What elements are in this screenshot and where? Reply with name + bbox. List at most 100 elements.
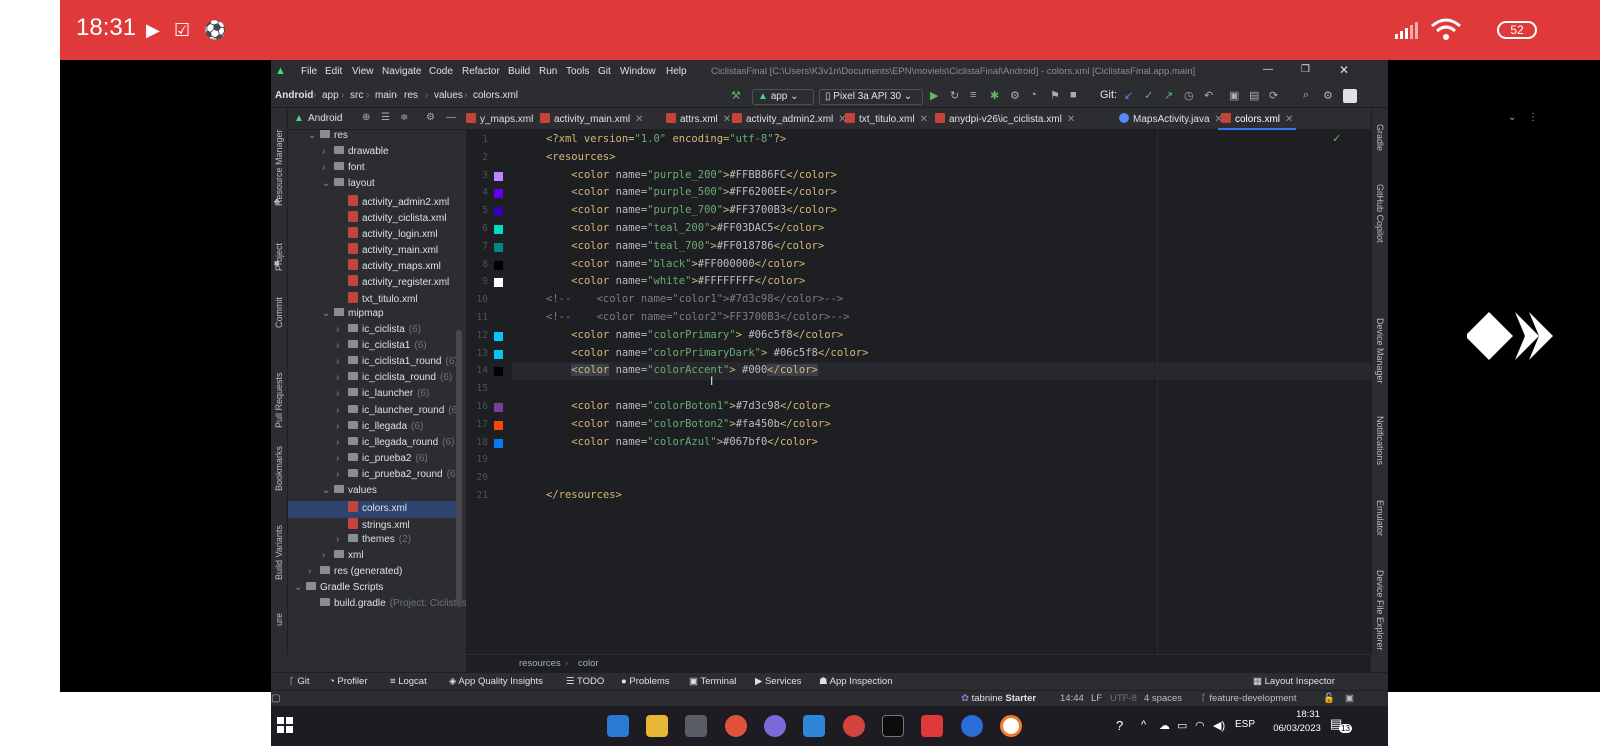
breadcrumb-color[interactable]: color bbox=[578, 658, 599, 669]
tab-attrs-xml[interactable]: attrs.xml ✕ bbox=[666, 113, 731, 125]
input-language[interactable]: ESP bbox=[1235, 719, 1255, 730]
avatar[interactable] bbox=[1343, 89, 1357, 103]
code-line[interactable]: <color name="colorBoton1">#7d3c98</color… bbox=[546, 400, 830, 412]
tool-services[interactable]: ▶ Services bbox=[755, 676, 801, 687]
profile-icon[interactable]: ◔ bbox=[1030, 89, 1037, 101]
tree-expand-icon[interactable]: ⌄ bbox=[322, 178, 334, 189]
code-line[interactable]: <color name="teal_200">#FF03DAC5</color> bbox=[546, 222, 824, 234]
code-line[interactable]: <!-- <color name="color2">FF3700B3</colo… bbox=[546, 311, 849, 323]
tool-notifications[interactable]: Notifications bbox=[1375, 416, 1385, 491]
tab-close-icon[interactable]: ✕ bbox=[1067, 114, 1075, 125]
tree-node[interactable]: activity_main.xml bbox=[288, 243, 456, 259]
tool-todo[interactable]: ☰ TODO bbox=[566, 676, 604, 687]
minimize-icon[interactable]: — bbox=[1263, 64, 1273, 75]
breadcrumb-item[interactable]: values bbox=[434, 90, 463, 101]
tool-device-manager[interactable]: Device Manager bbox=[1375, 318, 1385, 398]
run-icon[interactable]: ▶ bbox=[930, 89, 938, 102]
color-swatch-icon[interactable] bbox=[494, 403, 503, 412]
tool-github-copilot[interactable]: GitHub Copilot bbox=[1375, 184, 1385, 254]
tray-chevron-icon[interactable]: ^ bbox=[1141, 719, 1146, 731]
git-commit-icon[interactable]: ✓ bbox=[1144, 89, 1153, 102]
code-line[interactable]: <color name="colorPrimaryDark"> #06c5f8<… bbox=[546, 347, 868, 359]
tool-build-variants[interactable]: Build Variants bbox=[274, 510, 284, 580]
tree-node[interactable]: › drawable bbox=[288, 146, 456, 162]
tree-node[interactable]: › ic_launcher_round (6) bbox=[288, 404, 461, 421]
tree-node[interactable]: activity_admin2.xml bbox=[288, 194, 456, 211]
tree-expand-icon[interactable]: ⌄ bbox=[322, 485, 334, 496]
menu-navigate[interactable]: Navigate bbox=[382, 66, 421, 77]
taskbar-date[interactable]: 06/03/2023 bbox=[1268, 723, 1326, 734]
more-options-icon[interactable]: ⋮ bbox=[1528, 112, 1538, 123]
color-swatch-icon[interactable] bbox=[494, 367, 503, 377]
tool-device-file-explorer[interactable]: Device File Explorer bbox=[1375, 570, 1385, 654]
tool-resource-manager[interactable]: Resource Manager bbox=[274, 116, 284, 206]
tool-structure[interactable]: ure bbox=[274, 596, 284, 626]
tool-profiler[interactable]: ◔ Profiler bbox=[329, 676, 367, 687]
tree-node[interactable]: activity_register.xml bbox=[288, 275, 456, 291]
menu-help[interactable]: Help bbox=[666, 66, 687, 77]
tool-app-inspection[interactable]: ☗ App Inspection bbox=[819, 676, 893, 687]
tree-expand-icon[interactable]: › bbox=[336, 453, 348, 464]
run-config-select[interactable]: ▲ app ⌄ bbox=[752, 89, 814, 105]
apply-code-changes-icon[interactable]: ≡ bbox=[970, 89, 976, 101]
tree-expand-icon[interactable]: › bbox=[322, 162, 334, 173]
line-separator[interactable]: LF bbox=[1091, 693, 1102, 704]
breadcrumb-item[interactable]: Android bbox=[275, 90, 313, 101]
git-update-icon[interactable]: ↙ bbox=[1124, 89, 1133, 102]
chrome-dev-icon[interactable] bbox=[843, 715, 865, 737]
tree-node[interactable]: strings.xml bbox=[288, 517, 456, 534]
search-icon[interactable]: ⌕ bbox=[1303, 89, 1309, 102]
expand-all-icon[interactable]: ☰ bbox=[381, 112, 390, 123]
tree-node[interactable]: ⌄ layout bbox=[288, 178, 456, 194]
breadcrumb-item[interactable]: src bbox=[350, 90, 363, 101]
color-swatch-icon[interactable] bbox=[494, 349, 503, 359]
tree-expand-icon[interactable]: › bbox=[336, 356, 348, 367]
tree-node[interactable]: › ic_launcher (6) bbox=[288, 388, 456, 404]
tree-node[interactable]: › ic_ciclista_round (6) bbox=[288, 372, 456, 388]
maximize-icon[interactable]: ❐ bbox=[1301, 64, 1310, 75]
tree-expand-icon[interactable]: ⌄ bbox=[322, 308, 334, 319]
lock-icon[interactable]: 🔓 bbox=[1323, 693, 1335, 704]
code-line[interactable]: <resources> bbox=[546, 151, 616, 163]
device-select[interactable]: ▯ Pixel 3a API 30 ⌄ bbox=[819, 89, 923, 105]
tree-node[interactable]: › ic_prueba2_round (6) bbox=[288, 469, 459, 485]
mail-icon[interactable] bbox=[803, 715, 825, 737]
code-line[interactable]: <!-- <color name="color1">#7d3c98</color… bbox=[546, 293, 843, 305]
code-line[interactable]: <color name="black">#FF000000</color> bbox=[546, 258, 805, 270]
tree-node[interactable]: › themes (2) bbox=[288, 533, 456, 550]
code-line[interactable]: <color name="colorPrimary"> #06c5f8</col… bbox=[546, 329, 843, 341]
tree-expand-icon[interactable]: › bbox=[336, 372, 348, 383]
collapse-all-icon[interactable]: ≑ bbox=[400, 112, 408, 123]
tree-node[interactable]: activity_ciclista.xml bbox=[288, 210, 456, 227]
stop-icon[interactable]: ■ bbox=[1070, 89, 1077, 101]
tree-node[interactable]: › ic_llegada_round (6) bbox=[288, 436, 456, 453]
code-line[interactable]: <color name="teal_700">#FF018786</color> bbox=[546, 240, 824, 252]
sdk-manager-icon[interactable]: ▤ bbox=[1249, 89, 1259, 102]
tab-activity-admin2-xml[interactable]: activity_admin2.xml ✕ bbox=[732, 113, 847, 125]
tree-expand-icon[interactable]: › bbox=[336, 324, 348, 335]
tool-commit[interactable]: Commit bbox=[274, 283, 284, 328]
hammer-icon[interactable]: ⚒ bbox=[731, 89, 741, 102]
apply-changes-icon[interactable]: ↻ bbox=[950, 89, 959, 102]
tree-node[interactable]: ⌄ res bbox=[288, 130, 456, 146]
breadcrumb-item[interactable]: res bbox=[404, 90, 418, 101]
help-icon[interactable]: ? bbox=[1116, 718, 1123, 733]
no-problems-check-icon[interactable]: ✓ bbox=[1332, 132, 1341, 145]
settings-gear-icon[interactable]: ⚙ bbox=[1323, 89, 1333, 102]
tree-expand-icon[interactable]: › bbox=[336, 437, 348, 448]
terminal-icon[interactable] bbox=[882, 715, 904, 737]
tab-close-icon[interactable]: ✕ bbox=[723, 114, 731, 125]
tree-scrollbar[interactable] bbox=[456, 330, 462, 607]
tab-close-icon[interactable]: ✕ bbox=[920, 114, 928, 125]
code-line[interactable]: <?xml version="1.0" encoding="utf-8"?> bbox=[546, 133, 786, 145]
vscode-icon[interactable] bbox=[607, 715, 629, 737]
debug-icon[interactable]: ✱ bbox=[990, 89, 999, 102]
tab-mapsactivity-java[interactable]: MapsActivity.java ✕ bbox=[1119, 113, 1223, 125]
tree-node[interactable]: › xml bbox=[288, 549, 456, 566]
tree-node[interactable]: ⌄ values bbox=[288, 485, 456, 501]
media-player-icon[interactable] bbox=[1000, 715, 1022, 737]
tree-expand-icon[interactable]: › bbox=[336, 340, 348, 351]
menu-edit[interactable]: Edit bbox=[325, 66, 342, 77]
menu-refactor[interactable]: Refactor bbox=[462, 66, 500, 77]
code-line[interactable]: <color name="purple_200">#FFBB86FC</colo… bbox=[546, 169, 837, 181]
